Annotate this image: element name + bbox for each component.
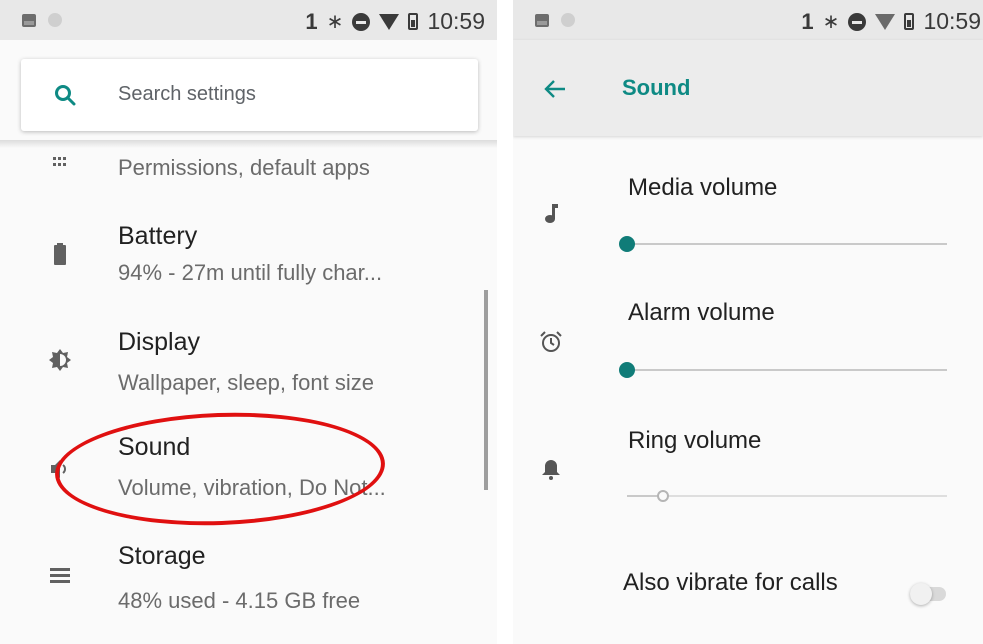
apps-grid-icon (48, 150, 72, 174)
page-title: Sound (622, 75, 691, 100)
image-notification-icon (22, 13, 36, 27)
clock: 10:59 (427, 8, 485, 34)
slider-thumb[interactable] (619, 362, 635, 378)
storage-icon (48, 564, 72, 588)
back-arrow-icon[interactable] (543, 77, 569, 101)
status-bar: 1 ∗ 10:59 (513, 0, 983, 40)
setting-summary: Volume, vibration, Do Not... (118, 475, 386, 500)
slider-thumb[interactable] (657, 490, 670, 502)
alarm-clock-icon (539, 328, 563, 356)
status-bar: 1 ∗ 10:59 (0, 0, 497, 40)
setting-summary: Wallpaper, sleep, font size (118, 370, 374, 395)
setting-summary: Permissions, default apps (118, 155, 370, 180)
setting-title: Battery (118, 222, 198, 250)
battery-status-icon (904, 13, 915, 30)
bell-icon (539, 455, 563, 483)
battery-status-icon (408, 13, 419, 30)
setting-title: Storage (118, 542, 206, 570)
alarm-volume-slider[interactable] (619, 358, 947, 382)
sound-screen: 1 ∗ 10:59 Sound Media volume Alarm volum… (513, 0, 983, 644)
scrollbar[interactable] (484, 290, 488, 490)
battery-icon (48, 242, 72, 266)
bluetooth-icon: ∗ (326, 11, 344, 33)
wifi-icon (875, 13, 896, 30)
bluetooth-icon: ∗ (822, 11, 840, 33)
music-note-icon (539, 199, 563, 227)
circle-notification-icon (48, 13, 62, 27)
circle-notification-icon (561, 13, 575, 27)
setting-title: Display (118, 328, 200, 356)
clock: 10:59 (923, 8, 981, 34)
slider-thumb[interactable] (619, 236, 635, 252)
volume-icon (48, 457, 72, 481)
search-bar[interactable]: Search settings (21, 59, 478, 131)
setting-summary: 94% - 27m until fully char... (118, 260, 383, 285)
setting-item-battery[interactable]: Battery 94% - 27m until fully char... (0, 212, 497, 308)
ring-volume-label: Ring volume (628, 427, 762, 454)
sim-indicator: 1 (801, 8, 814, 34)
ring-volume-slider[interactable] (619, 484, 947, 508)
media-volume-label: Media volume (628, 174, 778, 201)
media-volume-slider[interactable] (619, 232, 947, 256)
setting-item-display[interactable]: Display Wallpaper, sleep, font size (0, 318, 497, 414)
toolbar: Sound (513, 40, 983, 136)
sim-indicator: 1 (305, 8, 318, 34)
do-not-disturb-icon (352, 12, 371, 31)
vibrate-for-calls-toggle[interactable] (910, 583, 946, 605)
brightness-icon (48, 348, 72, 372)
do-not-disturb-icon (848, 12, 867, 31)
setting-item-sound[interactable]: Sound Volume, vibration, Do Not... (0, 423, 497, 519)
alarm-volume-label: Alarm volume (628, 299, 775, 326)
setting-title: Sound (118, 433, 191, 461)
setting-summary: 48% used - 4.15 GB free (118, 588, 361, 613)
setting-item-storage[interactable]: Storage 48% used - 4.15 GB free (0, 534, 497, 630)
wifi-icon (379, 13, 400, 30)
image-notification-icon (535, 13, 549, 27)
vibrate-for-calls-label: Also vibrate for calls (623, 569, 838, 596)
search-icon (55, 85, 76, 106)
settings-screen: 1 ∗ 10:59 Permissions, default apps Batt… (0, 0, 497, 644)
toggle-thumb[interactable] (910, 583, 932, 605)
search-input[interactable]: Search settings (118, 83, 256, 106)
